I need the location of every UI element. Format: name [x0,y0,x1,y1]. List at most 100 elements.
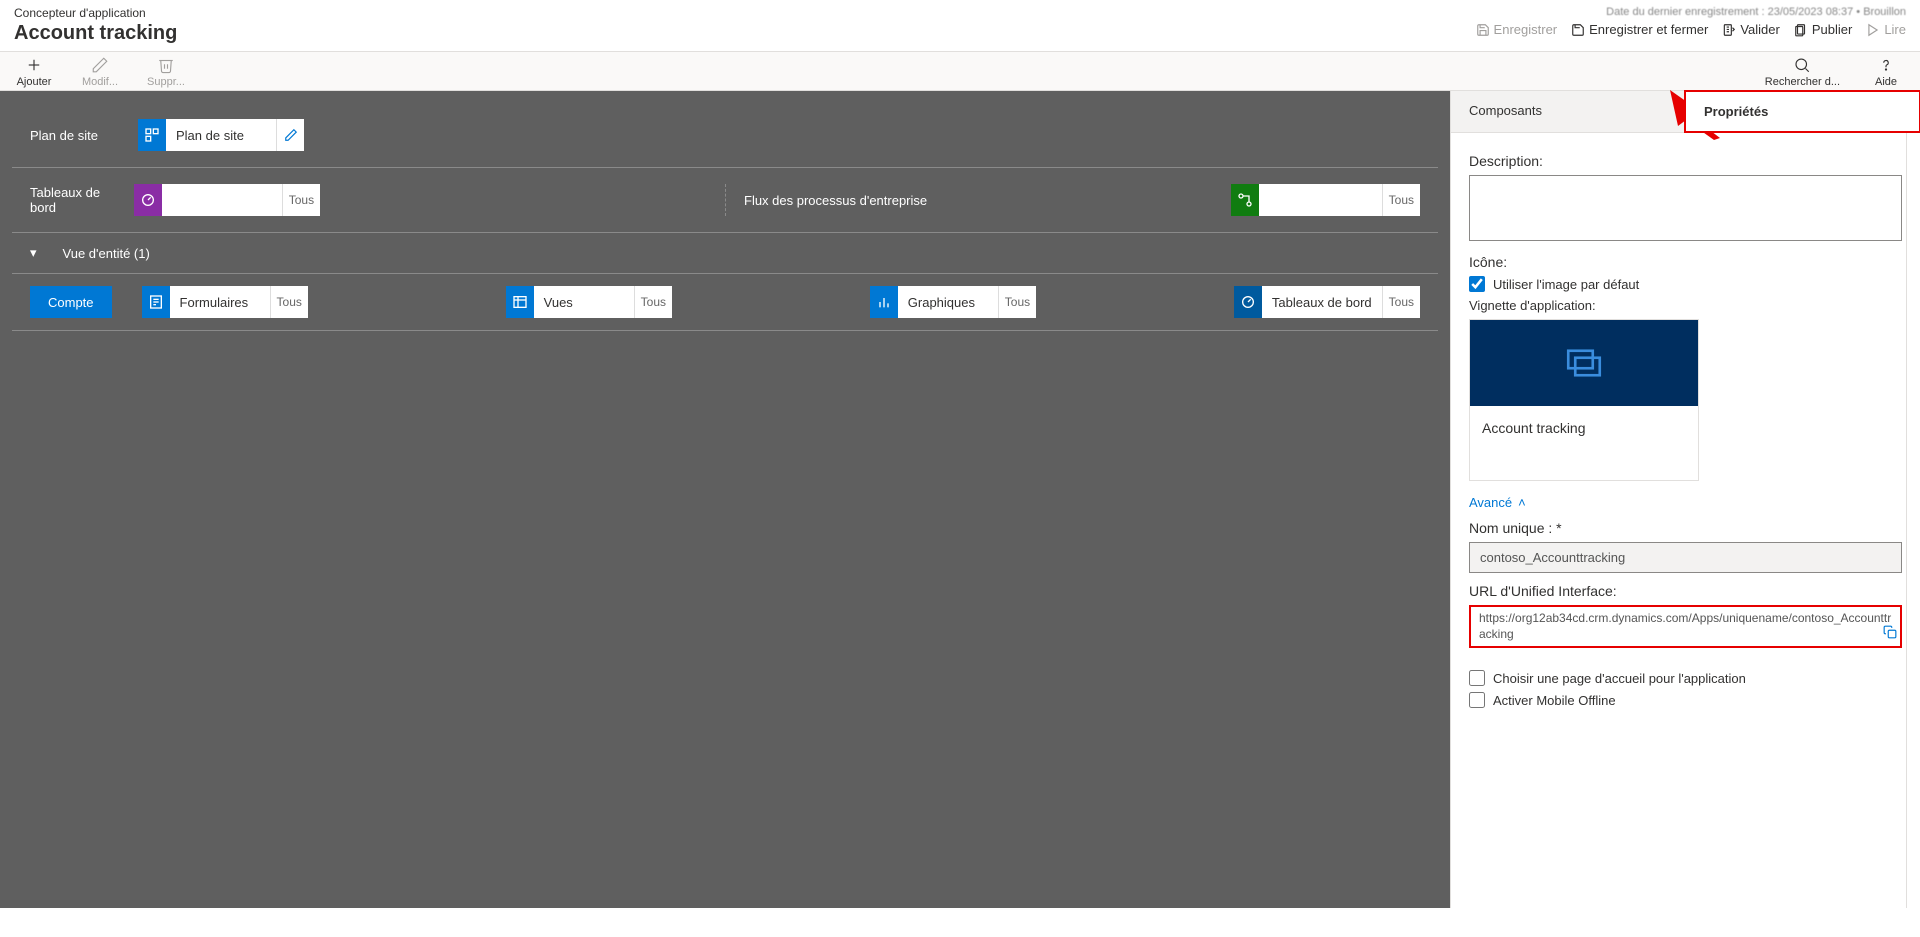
last-saved-timestamp: Date du dernier enregistrement : 23/05/2… [1476,6,1906,18]
entity-dashboards-icon [1234,286,1262,318]
dashboards-bpf-row: Tableaux de bord Tableaux de bord Tous F… [12,168,1438,233]
charts-badge: Tous [998,286,1036,318]
thumbnail-label: Vignette d'application: [1469,298,1902,313]
choose-home-checkbox[interactable] [1469,670,1485,686]
help-button[interactable]: Aide [1866,56,1906,88]
play-button[interactable]: Lire [1866,22,1906,37]
views-badge: Tous [634,286,672,318]
unified-interface-url[interactable]: https://org12ab34cd.crm.dynamics.com/App… [1469,605,1902,648]
save-close-button[interactable]: Enregistrer et fermer [1571,22,1708,37]
pencil-icon [284,128,298,142]
delete-button[interactable]: Suppr... [146,56,186,88]
plus-icon [25,56,43,74]
side-body[interactable]: Description: Icône: Utiliser l'image par… [1451,133,1920,908]
enable-mobile-checkbox[interactable] [1469,692,1485,708]
charts-label: Graphiques [898,286,998,318]
entity-dashboards-tile[interactable]: Tableaux de bord Tous [1234,286,1420,318]
header-actions: Enregistrer Enregistrer et fermer Valide… [1476,22,1906,37]
bpf-tile[interactable]: Flux des proces... Tous [1231,184,1420,216]
dashboard-icon [134,184,162,216]
entity-tile[interactable]: Compte [30,286,112,318]
add-button[interactable]: Ajouter [14,56,54,88]
play-icon [1866,23,1880,37]
save-button[interactable]: Enregistrer [1476,22,1558,37]
tab-properties[interactable]: Propriétés [1684,90,1920,133]
use-default-image-label: Utiliser l'image par défaut [1493,277,1639,292]
entity-dashboards-badge: Tous [1382,286,1420,318]
chevron-down-icon: ▾ [30,245,37,261]
sitemap-label: Plan de site [30,128,120,143]
description-textarea[interactable] [1469,175,1902,241]
pencil-icon [91,56,109,74]
search-icon [1793,56,1811,74]
description-label: Description: [1469,153,1902,169]
side-panel: Composants Propriétés Description: Icône… [1450,91,1920,908]
bpf-label: Flux des processus d'entreprise [744,193,927,208]
views-icon [506,286,534,318]
dashboards-tile-label: Tableaux de bord [162,184,282,216]
dashboards-badge: Tous [282,184,320,216]
chevron-up-icon: ˄ [1518,495,1526,510]
unique-name-label: Nom unique : * [1469,520,1902,536]
advanced-toggle[interactable]: Avancé ˄ [1469,495,1526,510]
help-label: Aide [1875,76,1897,88]
advanced-label: Avancé [1469,495,1512,510]
save-label: Enregistrer [1494,22,1558,37]
forms-tile[interactable]: Formulaires Tous [142,286,308,318]
save-close-icon [1571,23,1585,37]
entity-row: Compte Formulaires Tous Vues Tous [12,274,1438,331]
help-icon [1877,56,1895,74]
choose-home-label: Choisir une page d'accueil pour l'applic… [1493,671,1746,686]
views-tile[interactable]: Vues Tous [506,286,672,318]
tab-components[interactable]: Composants [1451,91,1685,132]
icon-label: Icône: [1469,254,1902,270]
entity-name: Compte [48,295,94,310]
edit-label: Modif... [82,76,118,88]
side-tabs: Composants Propriétés [1451,91,1920,133]
sitemap-tile-label: Plan de site [166,119,276,151]
validate-button[interactable]: Valider [1722,22,1780,37]
dashboards-tile[interactable]: Tableaux de bord Tous [134,184,320,216]
play-label: Lire [1884,22,1906,37]
bpf-tile-label: Flux des proces... [1259,184,1382,216]
search-label: Rechercher d... [1765,76,1840,88]
app-type-label: Concepteur d'application [14,6,177,20]
views-label: Vues [534,286,634,318]
use-default-image-checkbox[interactable] [1469,276,1485,292]
publish-icon [1794,23,1808,37]
delete-label: Suppr... [147,76,185,88]
sitemap-row: Plan de site Plan de site [12,103,1438,168]
header-left: Concepteur d'application Account trackin… [14,6,177,45]
url-label: URL d'Unified Interface: [1469,583,1902,599]
save-icon [1476,23,1490,37]
command-toolbar: Ajouter Modif... Suppr... Rechercher d..… [0,52,1920,91]
app-name-label: Account tracking [14,22,177,45]
main-area: Plan de site Plan de site Tableaux de bo… [0,91,1920,908]
forms-badge: Tous [270,286,308,318]
bpf-badge: Tous [1382,184,1420,216]
entity-dashboards-label: Tableaux de bord [1262,286,1382,318]
charts-icon [870,286,898,318]
validate-label: Valider [1740,22,1780,37]
publish-label: Publier [1812,22,1852,37]
sitemap-icon [138,119,166,151]
publish-button[interactable]: Publier [1794,22,1852,37]
header-right: Date du dernier enregistrement : 23/05/2… [1476,6,1906,37]
bpf-icon [1231,184,1259,216]
entity-view-toggle[interactable]: ▾ Vue d'entité (1) [12,233,1438,274]
unique-name-field[interactable] [1469,542,1902,573]
copy-icon[interactable] [1883,625,1897,644]
save-close-label: Enregistrer et fermer [1589,22,1708,37]
url-value: https://org12ab34cd.crm.dynamics.com/App… [1479,611,1891,641]
enable-mobile-label: Activer Mobile Offline [1493,693,1616,708]
scrollbar[interactable] [1906,133,1920,908]
forms-label: Formulaires [170,286,270,318]
trash-icon [157,56,175,74]
edit-button[interactable]: Modif... [80,56,120,88]
sitemap-edit-button[interactable] [276,119,304,151]
search-button[interactable]: Rechercher d... [1765,56,1840,88]
designer-canvas[interactable]: Plan de site Plan de site Tableaux de bo… [0,91,1450,908]
app-thumbnail: Account tracking [1469,319,1699,481]
sitemap-tile[interactable]: Plan de site [138,119,304,151]
charts-tile[interactable]: Graphiques Tous [870,286,1036,318]
